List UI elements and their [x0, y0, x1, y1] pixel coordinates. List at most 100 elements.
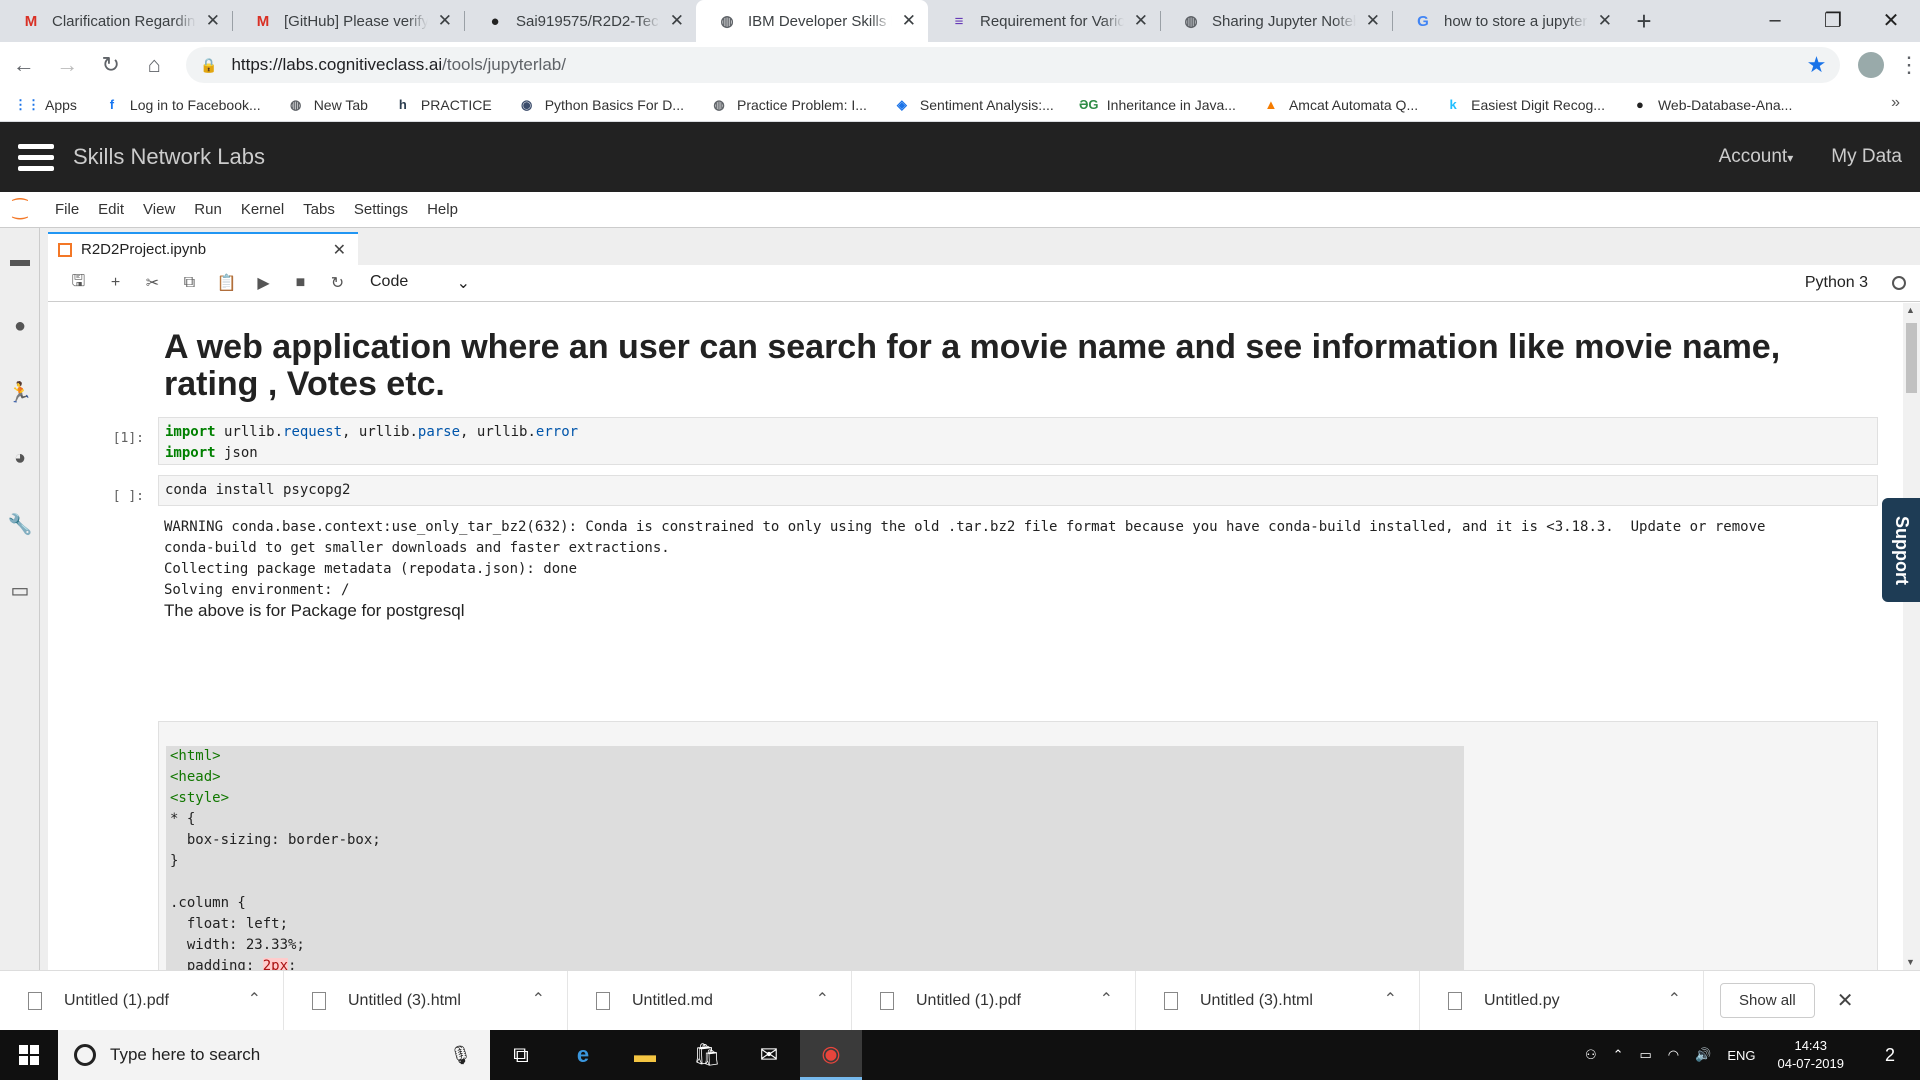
browser-tab[interactable]: M Clarification Regarding ✕ [0, 0, 232, 42]
run-icon[interactable]: ▶ [245, 273, 282, 293]
chevron-up-icon[interactable]: ⌃ [1100, 989, 1113, 1009]
file-explorer-icon[interactable]: ▬ [614, 1030, 676, 1080]
clock[interactable]: 14:43 04-07-2019 [1778, 1037, 1845, 1073]
hamburger-menu-icon[interactable] [18, 143, 54, 171]
palette-icon[interactable]: ◕ [8, 446, 32, 470]
tray-chevron-up-icon[interactable]: ⌃ [1613, 1047, 1624, 1063]
scrollbar-thumb[interactable] [1906, 323, 1917, 393]
download-item[interactable]: Untitled (3).html ⌃ [284, 970, 568, 1031]
menu-file[interactable]: File [55, 201, 79, 218]
running-icon[interactable]: 🏃 [8, 380, 33, 404]
close-tab-icon[interactable]: ✕ [1134, 11, 1148, 31]
copy-icon[interactable]: ⧉ [171, 274, 208, 292]
kernel-name[interactable]: Python 3 [1805, 274, 1868, 292]
chevron-up-icon[interactable]: ⌃ [1668, 989, 1681, 1009]
new-tab-icon[interactable]: + [1624, 0, 1664, 42]
download-item[interactable]: Untitled (1).pdf ⌃ [0, 970, 284, 1031]
menu-view[interactable]: View [143, 201, 175, 218]
stop-icon[interactable]: ■ [282, 274, 319, 292]
bookmark-item[interactable]: h PRACTICE [394, 96, 492, 114]
chevron-up-icon[interactable]: ⌃ [532, 989, 545, 1009]
code-cell-imports[interactable]: import urllib.request, urllib.parse, url… [158, 417, 1878, 465]
notebook-tab[interactable]: R2D2Project.ipynb ✕ [48, 232, 358, 265]
bookmark-item[interactable]: ⋮⋮ Apps [14, 96, 77, 114]
browser-tab[interactable]: ● Sai919575/R2D2-Techn ✕ [464, 0, 696, 42]
close-window-icon[interactable]: ✕ [1862, 0, 1920, 40]
bookmark-star-icon[interactable]: ★ [1807, 52, 1827, 78]
volume-icon[interactable]: 🔊 [1695, 1047, 1711, 1063]
download-item[interactable]: Untitled (1).pdf ⌃ [852, 970, 1136, 1031]
close-tab-icon[interactable]: ✕ [206, 11, 220, 31]
code-cell-conda[interactable]: conda install psycopg2 [158, 475, 1878, 506]
notifications-icon[interactable]: 2 [1868, 1045, 1912, 1066]
bookmark-item[interactable]: ƏG Inheritance in Java... [1079, 96, 1236, 114]
close-tab-icon[interactable]: ✕ [902, 11, 916, 31]
people-icon[interactable]: ⚇ [1585, 1047, 1597, 1063]
bookmark-item[interactable]: f Log in to Facebook... [103, 96, 261, 114]
microphone-icon[interactable]: 🎙 [449, 1045, 472, 1066]
wrench-icon[interactable]: 🔧 [8, 512, 33, 536]
folder-icon[interactable]: ▬ [8, 248, 32, 272]
cell-type-select[interactable]: Code ⌄ [370, 273, 470, 293]
bookmark-item[interactable]: ◍ Practice Problem: I... [710, 96, 867, 114]
menu-tabs[interactable]: Tabs [303, 201, 335, 218]
start-button[interactable] [0, 1030, 58, 1080]
site-title[interactable]: Skills Network Labs [73, 144, 265, 170]
battery-icon[interactable]: ▭ [1640, 1047, 1652, 1063]
chrome-menu-icon[interactable]: ⋮ [1898, 52, 1920, 78]
close-tab-icon[interactable]: ✕ [333, 240, 346, 260]
restart-icon[interactable]: ↻ [319, 273, 356, 293]
show-all-button[interactable]: Show all [1720, 983, 1815, 1018]
browser-tab[interactable]: Ghow to store a jupyter ✕ [1392, 0, 1624, 42]
home-icon[interactable]: ⌂ [135, 45, 175, 85]
forward-arrow-icon[interactable]: → [48, 45, 88, 85]
bookmark-item[interactable]: ◍ New Tab [287, 96, 368, 114]
notebook-scrollbar[interactable]: ▲ ▼ [1903, 303, 1920, 970]
account-menu[interactable]: Account▾ [1719, 146, 1794, 168]
paste-icon[interactable]: 📋 [208, 273, 245, 293]
wifi-icon[interactable]: ◠ [1668, 1047, 1679, 1063]
profile-avatar[interactable] [1858, 52, 1884, 78]
bookmark-item[interactable]: k Easiest Digit Recog... [1444, 96, 1605, 114]
chevron-up-icon[interactable]: ⌃ [1384, 989, 1397, 1009]
bookmark-item[interactable]: ▲ Amcat Automata Q... [1262, 96, 1419, 114]
raw-html-cell[interactable]: <html> <head> <style> * { box-sizing: bo… [158, 721, 1878, 970]
restore-icon[interactable]: ❐ [1804, 0, 1862, 40]
mail-icon[interactable]: ✉ [738, 1030, 800, 1080]
taskbar-search[interactable]: Type here to search 🎙 [58, 1030, 490, 1080]
browser-tab[interactable]: M [GitHub] Please verify y ✕ [232, 0, 464, 42]
chevron-up-icon[interactable]: ⌃ [816, 989, 829, 1009]
minimize-icon[interactable]: – [1746, 0, 1804, 40]
chevron-up-icon[interactable]: ⌃ [248, 989, 261, 1009]
menu-run[interactable]: Run [194, 201, 222, 218]
task-view-icon[interactable]: ⧉ [490, 1030, 552, 1080]
add-cell-icon[interactable]: + [97, 274, 134, 292]
support-button[interactable]: Support [1882, 498, 1920, 602]
menu-edit[interactable]: Edit [98, 201, 124, 218]
scroll-up-icon[interactable]: ▲ [1906, 305, 1915, 315]
menu-kernel[interactable]: Kernel [241, 201, 284, 218]
bookmark-item[interactable]: ● Web-Database-Ana... [1631, 96, 1792, 114]
store-icon[interactable]: 🛍 [676, 1030, 738, 1080]
download-item[interactable]: Untitled.py ⌃ [1420, 970, 1704, 1031]
lock-icon[interactable]: 🔒 [200, 57, 217, 74]
close-tab-icon[interactable]: ✕ [1598, 11, 1612, 31]
bookmark-item[interactable]: ◈ Sentiment Analysis:... [893, 96, 1054, 114]
tabs-icon[interactable]: ▭ [8, 578, 32, 602]
github-icon[interactable]: ● [8, 314, 32, 338]
cut-icon[interactable]: ✂ [134, 273, 171, 293]
bookmark-item[interactable]: ◉ Python Basics For D... [518, 96, 684, 114]
reload-icon[interactable]: ↻ [91, 45, 131, 85]
back-arrow-icon[interactable]: ← [4, 45, 44, 85]
address-bar[interactable]: 🔒 https://labs.cognitiveclass.ai/tools/j… [186, 47, 1841, 83]
edge-icon[interactable]: e [552, 1030, 614, 1080]
save-icon[interactable]: 🖫 [60, 270, 97, 297]
chrome-taskbar-icon[interactable]: ◉ [800, 1030, 862, 1080]
scroll-down-icon[interactable]: ▼ [1906, 957, 1915, 967]
download-item[interactable]: Untitled (3).html ⌃ [1136, 970, 1420, 1031]
browser-tab[interactable]: ≡ Requirement for Variou ✕ [928, 0, 1160, 42]
my-data-link[interactable]: My Data [1831, 146, 1902, 168]
close-shelf-icon[interactable]: ✕ [1837, 988, 1854, 1013]
bookmarks-overflow-icon[interactable]: » [1891, 94, 1900, 112]
close-tab-icon[interactable]: ✕ [670, 11, 684, 31]
